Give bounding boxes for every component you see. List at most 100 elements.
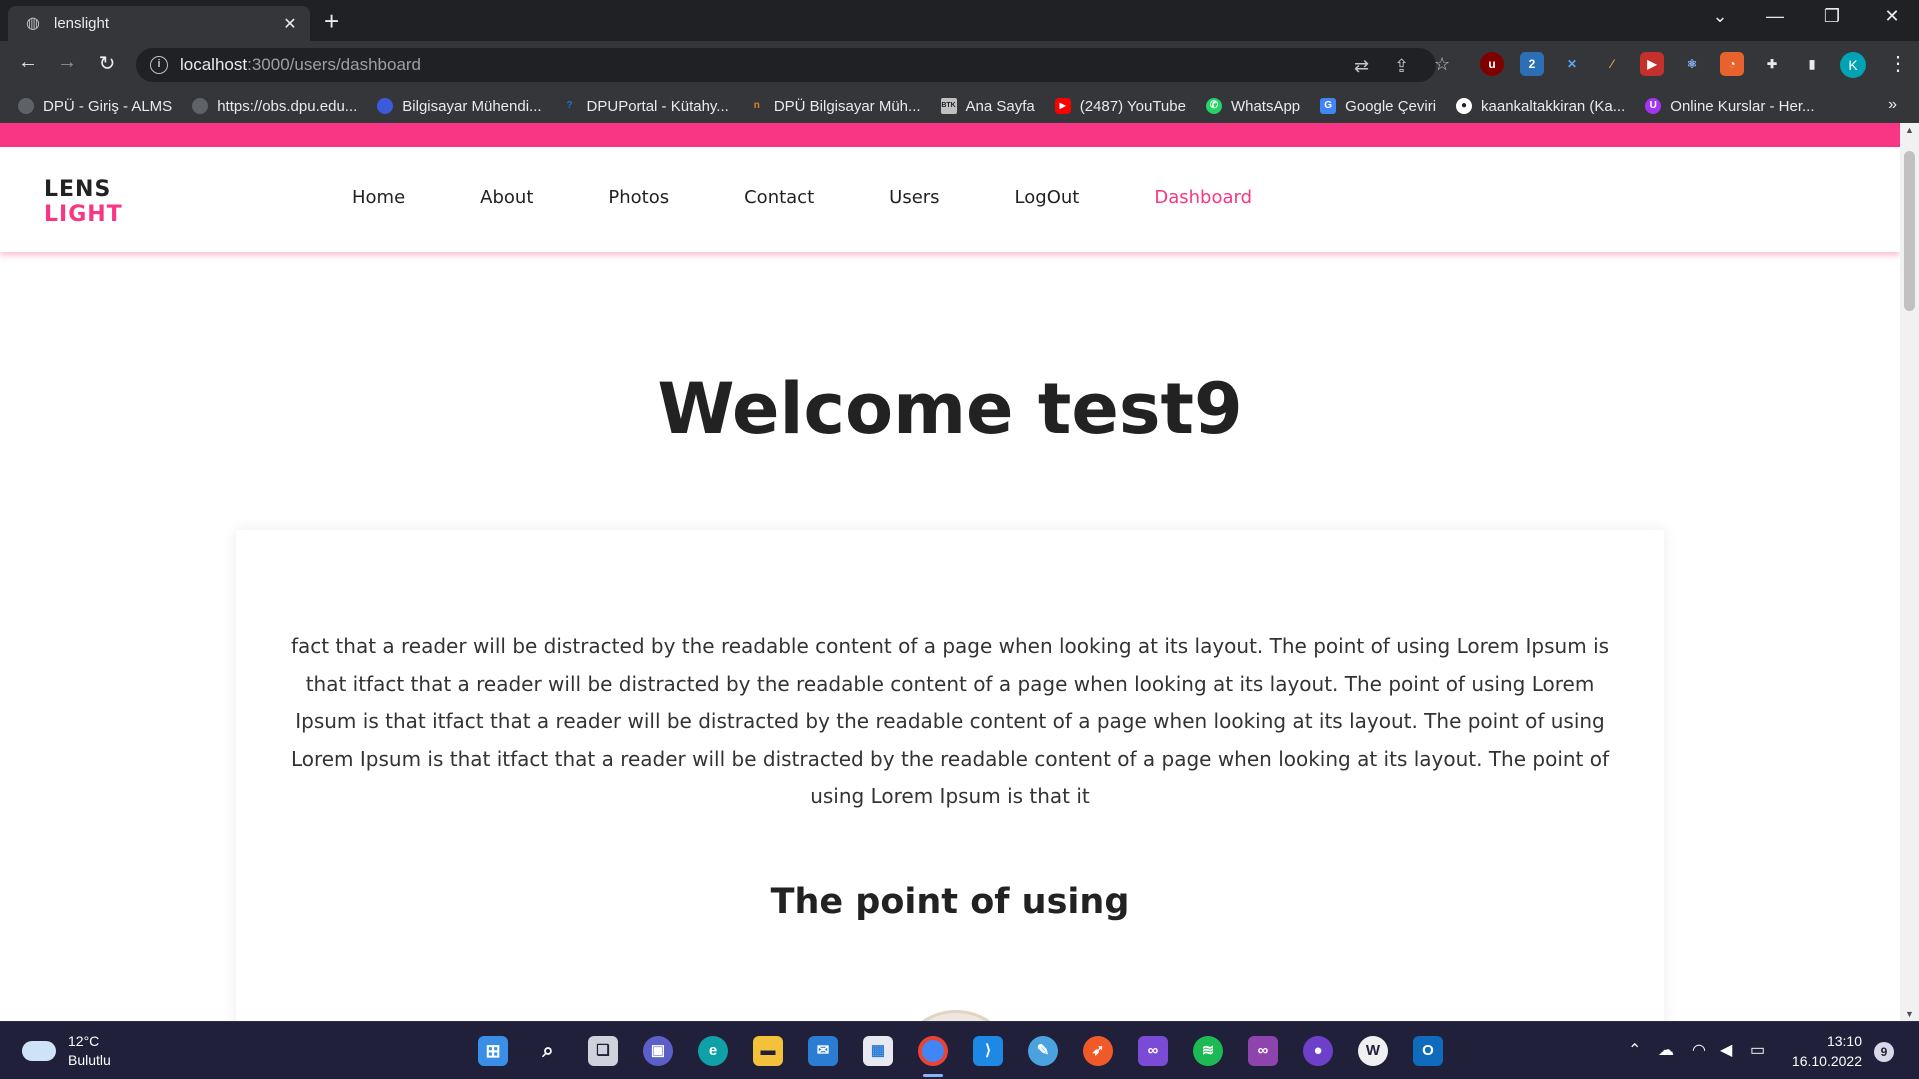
bookmark-item[interactable]: ▶ (2487) YouTube (1054, 98, 1186, 115)
site-header: LENS LIGHT Home About Photos Contact Use… (0, 147, 1900, 252)
translate-icon: G (1320, 98, 1337, 114)
chrome-icon[interactable] (918, 1036, 948, 1066)
btk-icon: BTK (940, 98, 957, 114)
search-icon[interactable]: ⌕ (533, 1036, 563, 1066)
cloud-sync-icon[interactable]: ☁ (1658, 1040, 1674, 1060)
dpu-icon: n (753, 100, 760, 111)
github-desktop-icon[interactable]: ● (1303, 1036, 1333, 1066)
profile-avatar[interactable]: K (1840, 52, 1866, 78)
logo-text-light: LIGHT (44, 202, 123, 227)
close-tab-icon[interactable]: ✕ (280, 14, 300, 34)
file-explorer-icon[interactable]: ▬ (753, 1036, 783, 1066)
postman-icon[interactable]: ➶ (1083, 1036, 1113, 1066)
nav-dashboard[interactable]: Dashboard (1154, 187, 1252, 208)
bookmark-item[interactable]: DPÜ - Giriş - ALMS (18, 98, 172, 115)
vscode-icon[interactable]: ⟩ (973, 1036, 1003, 1066)
minimize-button[interactable]: — (1755, 6, 1795, 27)
bookmark-item[interactable]: https://obs.dpu.edu... (192, 98, 357, 115)
bookmark-item[interactable]: BTK Ana Sayfa (940, 98, 1035, 115)
cloud-icon (22, 1041, 56, 1061)
firefox-like-icon (377, 98, 394, 114)
notification-badge[interactable]: 9 (1874, 1042, 1894, 1062)
nav-about[interactable]: About (480, 187, 533, 208)
portal-icon: ? (566, 100, 573, 111)
back-arrow-icon[interactable]: ← (14, 51, 42, 74)
battery-icon[interactable]: ▭ (1750, 1040, 1765, 1060)
task-view-icon[interactable]: ❏ (588, 1036, 618, 1066)
address-bar[interactable]: i localhost:3000/users/dashboard ⇄ ⇪ ☆ (136, 48, 1450, 82)
forward-arrow-icon[interactable]: → (53, 51, 81, 74)
chat-icon[interactable]: ▣ (643, 1036, 673, 1066)
tray-overflow-chevron-icon[interactable]: ⌃ (1628, 1040, 1641, 1060)
bookmark-item[interactable]: n DPÜ Bilgisayar Müh... (749, 98, 921, 115)
site-logo[interactable]: LENS LIGHT (44, 177, 123, 227)
react-devtools-icon[interactable]: ⚛ (1680, 52, 1704, 76)
logo-text-lens: LENS (44, 177, 112, 202)
start-windows-icon[interactable]: ⊞ (478, 1036, 508, 1066)
new-tab-button[interactable]: + (324, 8, 339, 34)
browser-tab-strip: ◍ lenslight ✕ + ⌄ — ❐ ✕ (0, 0, 1919, 41)
site-info-icon[interactable]: i (150, 56, 168, 74)
page-viewport: LENS LIGHT Home About Photos Contact Use… (0, 123, 1900, 1021)
share-icon[interactable]: ⇪ (1394, 56, 1409, 77)
ublock-icon[interactable]: u (1480, 52, 1504, 76)
tab-search-icon[interactable]: ⌄ (1700, 6, 1740, 27)
card-heading: The point of using (770, 882, 1130, 922)
restore-button[interactable]: ❐ (1812, 6, 1852, 27)
menu-kebab-icon[interactable]: ⋮ (1884, 51, 1912, 76)
extensions-puzzle-icon[interactable]: ✚ (1760, 52, 1784, 76)
close-window-button[interactable]: ✕ (1872, 6, 1912, 27)
translate-icon[interactable]: ⇄ (1354, 56, 1369, 77)
bookmark-item[interactable]: ? DPUPortal - Kütahy... (562, 98, 728, 115)
nav-contact[interactable]: Contact (744, 187, 814, 208)
tool-extension-icon[interactable]: ✕ (1560, 52, 1584, 76)
video-extension-icon[interactable]: ▶ (1640, 52, 1664, 76)
nav-logout[interactable]: LogOut (1015, 187, 1080, 208)
system-clock[interactable]: 13:10 16.10.2022 (1790, 1031, 1862, 1071)
bookmark-item[interactable]: G Google Çeviri (1320, 98, 1436, 115)
rss-extension-icon[interactable]: ◔ (1720, 52, 1744, 76)
weather-condition: Bulutlu (68, 1052, 111, 1068)
weather-widget[interactable]: 12°C Bulutlu (22, 1032, 111, 1070)
scroll-down-arrow-icon[interactable]: ▼ (1900, 1009, 1919, 1019)
welcome-heading: Welcome test9 (657, 368, 1243, 450)
github-icon: ● (1456, 98, 1473, 114)
wifi-icon[interactable]: ◠ (1692, 1040, 1706, 1060)
more-bookmarks-chevron-icon[interactable]: » (1888, 96, 1897, 114)
nav-users[interactable]: Users (889, 187, 939, 208)
browser-tab[interactable]: ◍ lenslight ✕ (8, 6, 310, 41)
bookmark-item[interactable]: U Online Kurslar - Her... (1645, 98, 1815, 115)
scrollbar-thumb[interactable] (1904, 151, 1915, 311)
url-path: :3000/users/dashboard (247, 55, 422, 74)
scroll-up-arrow-icon[interactable]: ▲ (1900, 125, 1919, 135)
bookmark-item[interactable]: ● kaankaltakkiran (Ka... (1456, 98, 1625, 115)
nav-home[interactable]: Home (352, 187, 405, 208)
arduino-icon[interactable]: ∞ (1248, 1036, 1278, 1066)
globe-icon (18, 98, 34, 114)
tab-title: lenslight (54, 15, 110, 32)
side-panel-icon[interactable]: ▮ (1800, 52, 1824, 76)
globe-icon: ◍ (26, 14, 40, 32)
picker-extension-icon[interactable]: ⁄ (1600, 52, 1624, 76)
store-icon[interactable]: ▦ (863, 1036, 893, 1066)
whatsapp-icon: ✆ (1205, 98, 1222, 114)
outlook-icon[interactable]: O (1413, 1036, 1443, 1066)
spotify-icon[interactable]: ≋ (1193, 1036, 1223, 1066)
edge-icon[interactable]: e (698, 1036, 728, 1066)
globe-icon (192, 98, 209, 114)
visual-studio-icon[interactable]: ∞ (1138, 1036, 1168, 1066)
dictionary-extension-icon[interactable]: 2 (1520, 52, 1544, 76)
bookmark-item[interactable]: ✆ WhatsApp (1205, 98, 1300, 115)
browser-toolbar: ← → ↻ i localhost:3000/users/dashboard ⇄… (0, 41, 1919, 89)
windows-taskbar: 12°C Bulutlu ⊞ ⌕ ❏ ▣ e ▬ ✉ ▦ ⟩ ✎ ➶ ∞ ≋ ∞… (0, 1021, 1919, 1079)
bookmark-item[interactable]: Bilgisayar Mühendi... (377, 98, 542, 115)
reload-icon[interactable]: ↻ (93, 51, 121, 76)
page-scrollbar[interactable]: ▲ ▼ (1900, 123, 1919, 1021)
nav-photos[interactable]: Photos (608, 187, 669, 208)
paint-icon[interactable]: ✎ (1028, 1036, 1058, 1066)
bookmark-star-icon[interactable]: ☆ (1434, 54, 1450, 75)
volume-icon[interactable]: ◀ (1720, 1040, 1732, 1060)
mail-icon[interactable]: ✉ (808, 1036, 838, 1066)
dashboard-card: fact that a reader will be distracted by… (236, 530, 1664, 1021)
notion-like-icon[interactable]: W (1358, 1036, 1388, 1066)
